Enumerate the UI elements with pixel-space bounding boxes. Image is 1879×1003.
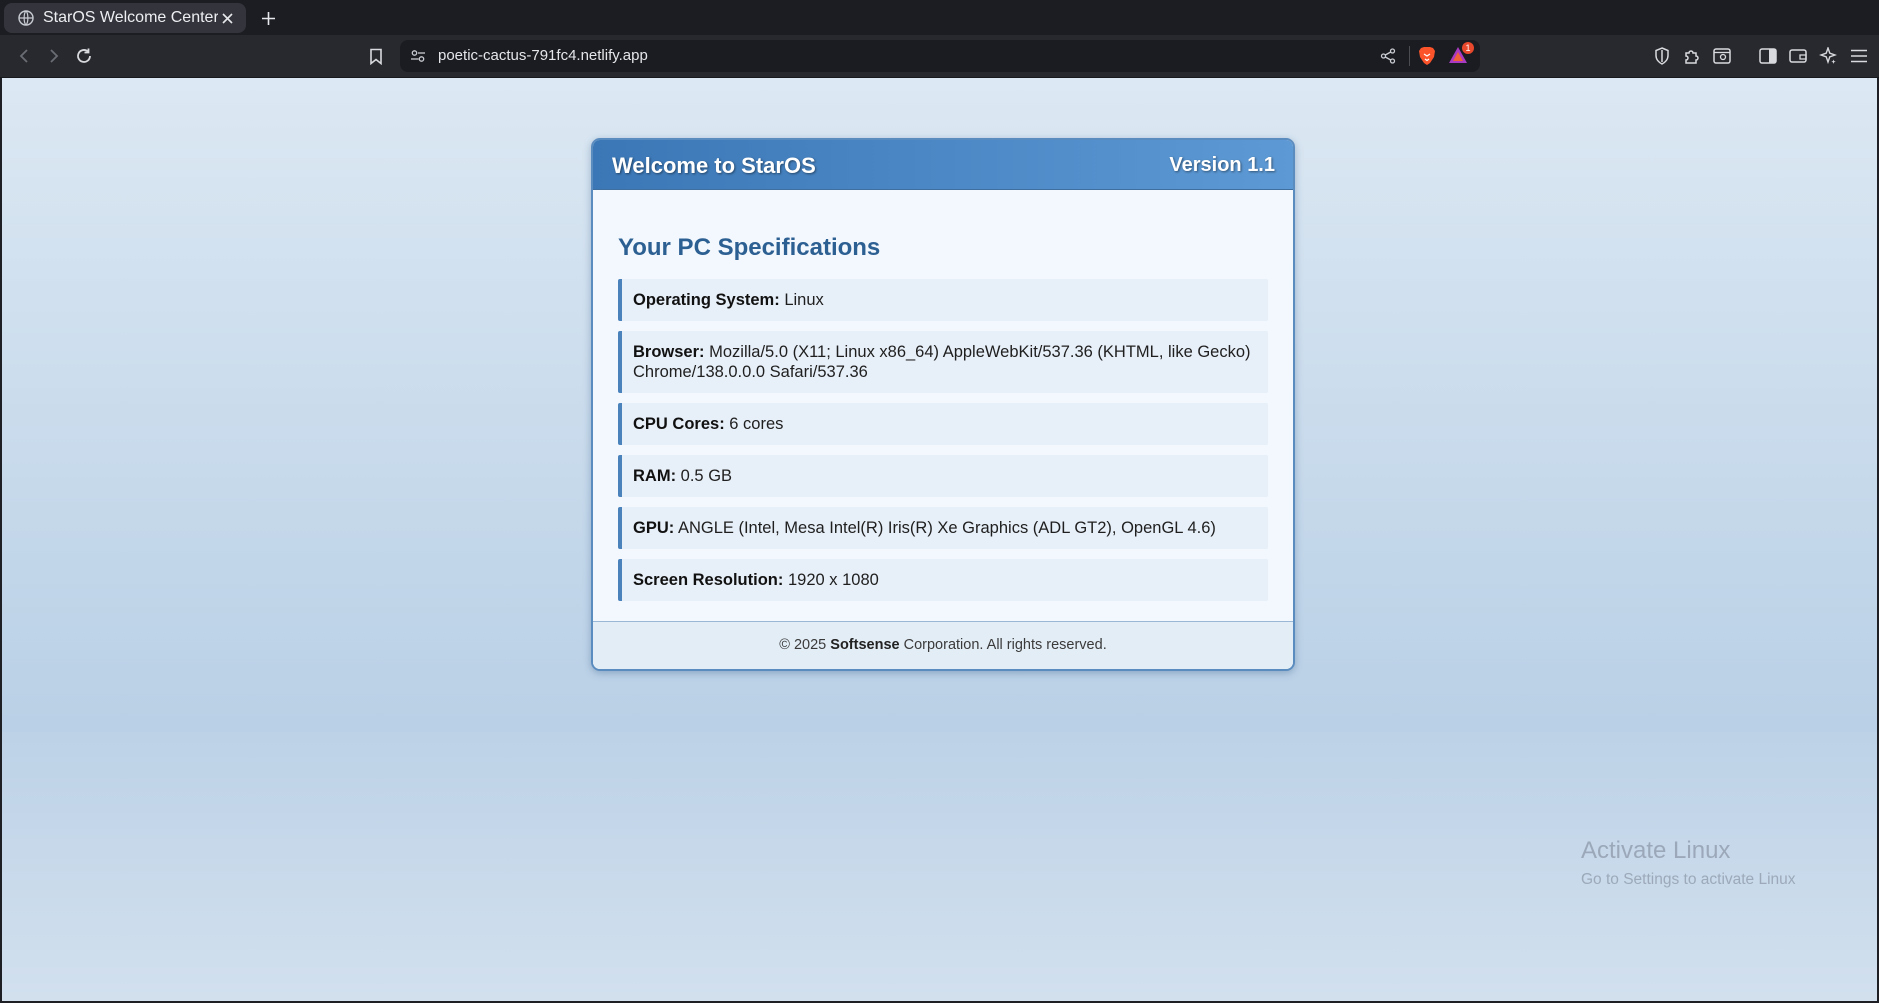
spec-row-resolution: Screen Resolution: 1920 x 1080 — [618, 559, 1268, 601]
close-tab-icon[interactable] — [218, 9, 236, 27]
spec-row-os: Operating System: Linux — [618, 279, 1268, 321]
spec-label: RAM: — [633, 467, 677, 485]
tab-staros-welcome[interactable]: StarOS Welcome Center — [4, 3, 246, 33]
tab-title: StarOS Welcome Center — [43, 9, 218, 26]
card-header: Welcome to StarOS Version 1.1 — [593, 140, 1293, 190]
welcome-card: Welcome to StarOS Version 1.1 Your PC Sp… — [591, 138, 1295, 671]
watermark-subtitle: Go to Settings to activate Linux — [1581, 871, 1796, 888]
site-settings-icon[interactable] — [410, 48, 426, 64]
sidebar-toggle-icon[interactable] — [1757, 45, 1779, 67]
spec-label: CPU Cores: — [633, 415, 725, 433]
spec-row-gpu: GPU: ANGLE (Intel, Mesa Intel(R) Iris(R)… — [618, 507, 1268, 549]
tab-strip: StarOS Welcome Center — [0, 0, 1879, 35]
address-bar-divider — [1409, 46, 1410, 66]
card-footer: © 2025 Softsense Corporation. All rights… — [593, 621, 1293, 669]
spec-value: Mozilla/5.0 (X11; Linux x86_64) AppleWeb… — [633, 343, 1251, 381]
spec-label: Browser: — [633, 343, 705, 361]
address-bar[interactable]: poetic-cactus-791fc4.netlify.app 1 — [400, 40, 1480, 72]
spec-list: Operating System: Linux Browser: Mozilla… — [618, 279, 1268, 611]
brave-shields-icon[interactable] — [1418, 46, 1436, 66]
spec-value: 0.5 GB — [680, 467, 733, 485]
wallet-icon[interactable] — [1787, 45, 1809, 67]
menu-icon[interactable] — [1848, 45, 1870, 67]
url-text[interactable]: poetic-cactus-791fc4.netlify.app — [438, 47, 648, 64]
spec-row-cpu: CPU Cores: 6 cores — [618, 403, 1268, 445]
spec-value: Linux — [784, 291, 824, 309]
browser-toolbar: poetic-cactus-791fc4.netlify.app 1 — [0, 35, 1879, 78]
rewards-badge: 1 — [1462, 42, 1474, 54]
welcome-title: Welcome to StarOS — [612, 153, 816, 178]
reload-button[interactable] — [73, 45, 95, 67]
vpn-shield-icon[interactable] — [1651, 45, 1673, 67]
company-name: Softsense — [830, 637, 900, 653]
spec-label: Screen Resolution: — [633, 571, 784, 589]
activate-linux-watermark: Activate Linux Go to Settings to activat… — [1581, 837, 1796, 889]
spec-value: 6 cores — [729, 415, 784, 433]
spec-label: GPU: — [633, 519, 675, 537]
share-icon[interactable] — [1380, 48, 1396, 64]
watermark-title: Activate Linux — [1581, 837, 1731, 864]
new-tab-button[interactable] — [258, 8, 278, 28]
globe-icon — [18, 10, 34, 26]
version-label: Version 1.1 — [1169, 154, 1275, 176]
spec-row-browser: Browser: Mozilla/5.0 (X11; Linux x86_64)… — [618, 331, 1268, 393]
back-button[interactable] — [13, 45, 35, 67]
bookmark-icon[interactable] — [365, 45, 387, 67]
spec-value: 1920 x 1080 — [787, 571, 879, 589]
forward-button[interactable] — [43, 45, 65, 67]
spec-label: Operating System: — [633, 291, 780, 309]
spec-value: ANGLE (Intel, Mesa Intel(R) Iris(R) Xe G… — [677, 519, 1216, 537]
copyright-prefix: © 2025 — [779, 637, 827, 653]
extensions-icon[interactable] — [1681, 45, 1703, 67]
spec-row-ram: RAM: 0.5 GB — [618, 455, 1268, 497]
copyright-suffix: Corporation. All rights reserved. — [903, 637, 1107, 653]
section-title: Your PC Specifications — [618, 234, 881, 261]
reader-mode-icon[interactable] — [1711, 45, 1733, 67]
leo-ai-icon[interactable] — [1817, 45, 1839, 67]
brave-rewards-button[interactable]: 1 — [1448, 42, 1474, 66]
